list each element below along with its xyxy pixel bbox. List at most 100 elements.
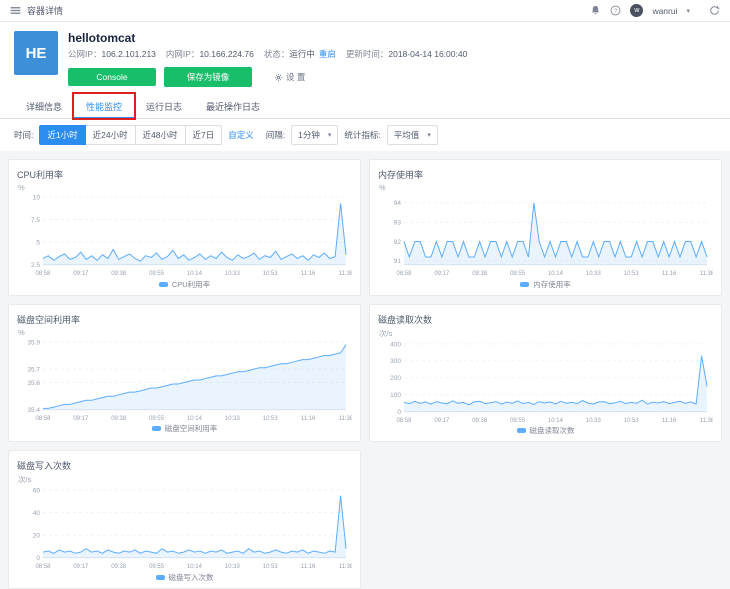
tab-label: 详细信息 — [26, 102, 62, 112]
svg-text:09:38: 09:38 — [111, 271, 127, 277]
svg-text:11:38: 11:38 — [339, 565, 352, 571]
private-ip-label: 内网IP： — [166, 48, 200, 60]
custom-time-link[interactable]: 自定义 — [228, 129, 254, 141]
time-range-1h[interactable]: 近1小时 — [39, 125, 85, 145]
memory-usage-chart: 9493929108:5809:1709:3809:5510:1410:3310… — [378, 192, 713, 278]
time-range-48h[interactable]: 近48小时 — [135, 125, 186, 145]
menu-icon[interactable] — [10, 5, 21, 16]
interval-select[interactable]: 1分钟 ▾ — [291, 125, 338, 145]
updated-label: 更新时间： — [346, 48, 389, 60]
svg-text:11:16: 11:16 — [662, 271, 677, 277]
help-icon[interactable]: ? — [610, 5, 621, 16]
updated-value: 2018-04-14 16:00:40 — [388, 49, 467, 59]
svg-text:35.7: 35.7 — [27, 366, 40, 373]
svg-text:09:38: 09:38 — [472, 271, 488, 277]
svg-text:35.4: 35.4 — [27, 407, 40, 414]
svg-text:10:33: 10:33 — [225, 416, 241, 422]
tab-details[interactable]: 详细信息 — [14, 95, 74, 118]
tab-run-logs[interactable]: 运行日志 — [134, 95, 194, 118]
svg-text:92: 92 — [394, 239, 402, 246]
tab-recent-operation-logs[interactable]: 最近操作日志 — [194, 95, 272, 118]
container-name: hellotomcat — [68, 31, 477, 45]
legend-label: 磁盘写入次数 — [169, 572, 214, 583]
legend-swatch — [517, 428, 526, 433]
chart-legend[interactable]: CPU利用率 — [17, 278, 352, 293]
metric-label: 统计指标: — [344, 129, 380, 141]
svg-text:09:55: 09:55 — [149, 565, 165, 571]
svg-text:11:16: 11:16 — [301, 416, 316, 422]
tab-label: 运行日志 — [146, 102, 182, 112]
svg-text:11:38: 11:38 — [339, 271, 352, 277]
svg-text:35.9: 35.9 — [27, 339, 40, 346]
chart-legend[interactable]: 内存使用率 — [378, 278, 713, 293]
svg-text:0: 0 — [36, 556, 40, 563]
chart-card-disk-space: 磁盘空间利用率 % 35.935.735.635.408:5809:1709:3… — [8, 304, 361, 443]
svg-text:11:16: 11:16 — [662, 418, 677, 424]
avatar[interactable]: w — [630, 4, 643, 17]
refresh-icon[interactable] — [709, 5, 720, 16]
time-range-7d[interactable]: 近7日 — [185, 125, 223, 145]
legend-swatch — [152, 426, 161, 431]
svg-text:10:53: 10:53 — [263, 271, 279, 277]
svg-text:10:14: 10:14 — [187, 565, 203, 571]
disk-reads-chart: 400300200100008:5809:1709:3809:5510:1410… — [378, 339, 713, 425]
svg-text:08:58: 08:58 — [35, 565, 51, 571]
save-image-button[interactable]: 保存为镜像 — [164, 67, 252, 87]
chart-card-memory: 内存使用率 % 9493929108:5809:1709:3809:5510:1… — [369, 159, 722, 296]
chart-title: 磁盘空间利用率 — [17, 313, 352, 326]
settings-button[interactable]: 设 置 — [274, 71, 305, 83]
cpu-utilization-chart: 107.552.508:5809:1709:3809:5510:1410:331… — [17, 192, 352, 278]
svg-text:09:17: 09:17 — [73, 416, 89, 422]
legend-swatch — [159, 282, 168, 287]
chart-title: 磁盘读取次数 — [378, 313, 713, 326]
time-range-group: 近1小时 近24小时 近48小时 近7日 — [39, 125, 222, 145]
notification-bell-icon[interactable] — [590, 5, 601, 16]
svg-text:400: 400 — [390, 341, 401, 348]
chart-unit: 次/s — [379, 328, 713, 339]
svg-text:5: 5 — [36, 239, 40, 246]
svg-text:0: 0 — [397, 409, 401, 416]
metric-value: 平均值 — [394, 129, 420, 141]
chart-legend[interactable]: 磁盘空间利用率 — [17, 422, 352, 437]
user-menu[interactable]: wanrui — [652, 6, 677, 16]
svg-text:93: 93 — [394, 219, 402, 226]
chart-unit: % — [379, 183, 713, 192]
svg-text:09:38: 09:38 — [472, 418, 488, 424]
svg-text:100: 100 — [390, 392, 401, 399]
svg-text:09:17: 09:17 — [73, 565, 89, 571]
svg-text:35.6: 35.6 — [27, 380, 40, 387]
filter-bar: 时间: 近1小时 近24小时 近48小时 近7日 自定义 间隔: 1分钟 ▾ 统… — [0, 119, 730, 151]
svg-text:7.5: 7.5 — [31, 217, 40, 224]
tab-label: 最近操作日志 — [206, 102, 260, 112]
action-buttons: Console 保存为镜像 设 置 — [68, 67, 477, 87]
svg-text:11:38: 11:38 — [700, 271, 713, 277]
chart-card-disk-reads: 磁盘读取次数 次/s 400300200100008:5809:1709:380… — [369, 304, 722, 443]
console-button[interactable]: Console — [68, 68, 156, 86]
restart-link[interactable]: 重启 — [319, 48, 336, 60]
container-header: HE hellotomcat 公网IP： 106.2.101.213 内网IP：… — [0, 22, 730, 95]
legend-label: CPU利用率 — [172, 279, 210, 290]
time-label: 时间: — [14, 129, 33, 141]
chart-title: 内存使用率 — [378, 168, 713, 181]
disk-space-chart: 35.935.735.635.408:5809:1709:3809:5510:1… — [17, 337, 352, 423]
svg-text:10:53: 10:53 — [624, 271, 640, 277]
legend-label: 磁盘空间利用率 — [165, 423, 218, 434]
svg-text:11:38: 11:38 — [339, 416, 352, 422]
time-range-24h[interactable]: 近24小时 — [85, 125, 136, 145]
interval-value: 1分钟 — [298, 129, 320, 141]
svg-text:10:33: 10:33 — [586, 418, 602, 424]
private-ip-value: 10.166.224.76 — [199, 49, 253, 59]
svg-text:10:14: 10:14 — [548, 271, 564, 277]
metric-select[interactable]: 平均值 ▾ — [387, 125, 438, 145]
container-avatar: HE — [14, 31, 58, 75]
tab-performance[interactable]: 性能监控 — [74, 95, 134, 119]
svg-text:10:53: 10:53 — [624, 418, 640, 424]
svg-text:91: 91 — [394, 258, 402, 265]
chart-legend[interactable]: 磁盘写入次数 — [17, 571, 352, 586]
chart-legend[interactable]: 磁盘读取次数 — [378, 424, 713, 439]
chart-card-cpu: CPU利用率 % 107.552.508:5809:1709:3809:5510… — [8, 159, 361, 296]
svg-text:09:38: 09:38 — [111, 565, 127, 571]
chart-unit: 次/s — [18, 474, 352, 485]
page-title: 容器详情 — [27, 4, 63, 17]
status-label: 状态： — [264, 48, 290, 60]
